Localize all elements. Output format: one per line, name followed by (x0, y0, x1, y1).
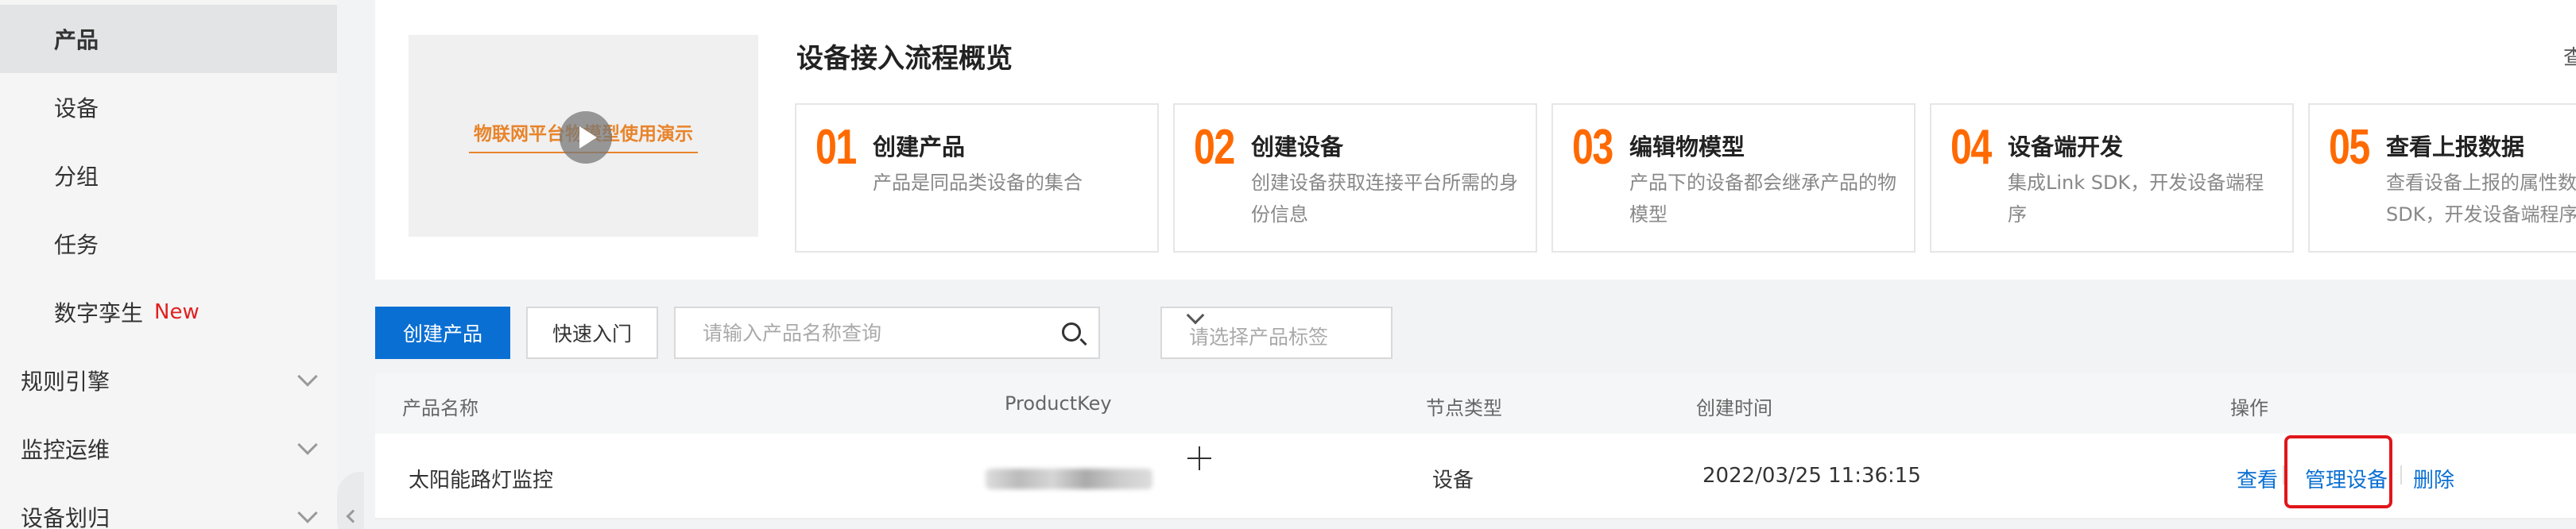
node-type: 设备 (1432, 469, 1474, 492)
step-card-create-device[interactable]: 02 创建设备 创建设备获取连接平台所需的身份信息 (1173, 103, 1537, 253)
tag-select-placeholder: 请选择产品标签 (1189, 326, 1329, 349)
step-number: 01 (815, 120, 857, 175)
sidebar-item-label: 分组 (54, 164, 99, 190)
delete-link[interactable]: 删除 (2413, 464, 2454, 493)
search-icon[interactable] (1062, 322, 1081, 342)
chevron-down-icon (297, 503, 318, 523)
step-description: 集成Link SDK，开发设备端程序 (2008, 172, 2264, 226)
sidebar-group-label: 监控运维 (21, 437, 110, 463)
sidebar-item-tasks[interactable]: 任务 (0, 210, 337, 278)
chevron-down-icon (297, 434, 318, 455)
step-description: 产品是同品类设备的集合 (873, 172, 1083, 194)
create-product-button[interactable]: 创建产品 (375, 307, 510, 359)
step-card-view-data[interactable]: 05 查看上报数据 查看设备上报的属性数SDK，开发设备端程序 (2308, 103, 2576, 253)
sidebar-item-label: 设备 (54, 95, 99, 122)
sidebar-group-monitoring[interactable]: 监控运维 (0, 415, 337, 483)
step-number: 03 (1572, 120, 1613, 175)
overview-link-cut[interactable]: 查 (2563, 41, 2576, 71)
sidebar-group-device-assignment[interactable]: 设备划归 (0, 483, 337, 529)
view-link[interactable]: 查看 (2237, 464, 2278, 493)
crosshair-cursor-icon (1187, 446, 1211, 470)
action-divider (2400, 465, 2402, 485)
column-header-actions: 操作 (2230, 397, 2268, 419)
onboarding-overview-card: 物联网平台物模型使用演示 设备接入流程概览 查 01 创建产品 产品是同品类设备… (375, 0, 2576, 280)
sidebar-group-label: 规则引擎 (21, 369, 110, 395)
step-number: 02 (1194, 120, 1235, 175)
step-card-device-dev[interactable]: 04 设备端开发 集成Link SDK，开发设备端程序 (1930, 103, 2294, 253)
step-card-create-product[interactable]: 01 创建产品 产品是同品类设备的集合 (795, 103, 1159, 253)
sidebar-group-label: 设备划归 (21, 505, 110, 529)
quick-start-button[interactable]: 快速入门 (526, 307, 658, 359)
step-number: 05 (2329, 120, 2370, 175)
play-icon[interactable] (560, 111, 612, 164)
step-title: 创建设备 (1251, 133, 1344, 160)
sidebar-collapse-handle[interactable] (337, 472, 364, 529)
productkey-redacted (986, 469, 1152, 489)
column-header-productkey: ProductKey (1005, 392, 1112, 415)
sidebar-item-digital-twin[interactable]: 数字孪生 New (0, 278, 337, 346)
step-description: 创建设备获取连接平台所需的身份信息 (1251, 172, 1518, 226)
column-header-node-type: 节点类型 (1426, 397, 1502, 419)
demo-video[interactable]: 物联网平台物模型使用演示 (409, 35, 758, 237)
column-header-name: 产品名称 (402, 397, 478, 419)
chevron-down-icon (297, 366, 318, 387)
created-time: 2022/03/25 11:36:15 (1702, 464, 1921, 488)
step-title: 设备端开发 (2008, 133, 2124, 160)
step-description: 查看设备上报的属性数SDK，开发设备端程序 (2386, 172, 2576, 226)
sidebar-item-devices[interactable]: 设备 (0, 73, 337, 141)
sidebar: 产品 设备 分组 任务 数字孪生 New 规则引擎 监控运维 设备划归 (0, 0, 337, 529)
step-card-edit-thing-model[interactable]: 03 编辑物模型 产品下的设备都会继承产品的物模型 (1551, 103, 1916, 253)
overview-title: 设备接入流程概览 (796, 43, 1013, 75)
step-title: 查看上报数据 (2386, 133, 2525, 160)
product-search (674, 307, 1100, 359)
table-row: 太阳能路灯监控 设备 2022/03/25 11:36:15 查看 管理设备 删… (375, 434, 2576, 519)
step-description: 产品下的设备都会继承产品的物模型 (1629, 172, 1896, 226)
chevron-left-icon (346, 509, 360, 523)
sidebar-item-products[interactable]: 产品 (0, 5, 337, 73)
table-header: 产品名称 ProductKey 节点类型 创建时间 操作 (375, 373, 2576, 434)
new-badge: New (154, 300, 199, 324)
product-tag-select[interactable]: 请选择产品标签 (1160, 306, 1393, 359)
sidebar-item-label: 产品 (54, 27, 99, 53)
highlight-annotation (2284, 435, 2392, 508)
sidebar-item-label: 数字孪生 (54, 300, 144, 326)
sidebar-item-groups[interactable]: 分组 (0, 141, 337, 210)
step-title: 创建产品 (873, 133, 966, 160)
step-title: 编辑物模型 (1629, 133, 1745, 160)
column-header-created: 创建时间 (1696, 397, 1772, 419)
sidebar-item-label: 任务 (54, 232, 99, 258)
product-name: 太阳能路灯监控 (409, 469, 554, 492)
search-input[interactable] (676, 308, 1049, 357)
sidebar-group-rules-engine[interactable]: 规则引擎 (0, 346, 337, 415)
step-number: 04 (1950, 120, 1992, 175)
